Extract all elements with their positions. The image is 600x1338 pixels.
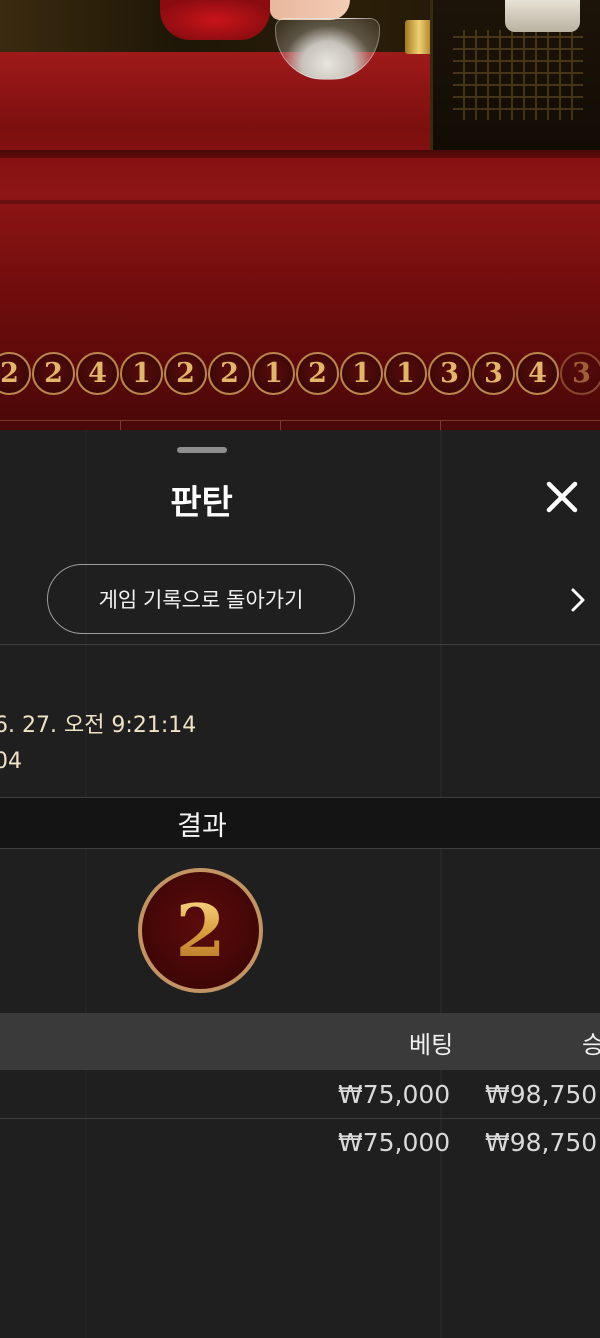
results-roadmap: 2 2 4 1 2 2 1 2 1 1 3 3 4 3 [0, 352, 600, 398]
roadmap-result: 1 [252, 352, 295, 395]
divider [0, 848, 600, 849]
decorative-vase [505, 0, 580, 32]
betting-grid-edge [0, 420, 600, 430]
roadmap-result: 2 [32, 352, 75, 395]
column-win: 승 [582, 1031, 600, 1059]
result-header: 결과 [0, 798, 600, 848]
glass-bowl [275, 18, 380, 80]
column-bet: 베팅 [409, 1031, 454, 1059]
roadmap-result: 1 [120, 352, 163, 395]
roadmap-result: 3 [428, 352, 471, 395]
win-amount: ₩98,750 [485, 1080, 598, 1109]
history-detail-sheet: 판탄 게임 기록으로 돌아가기 6. 27. 오전 9:21:14 04 결과 … [0, 430, 600, 1338]
round-id: 04 [0, 749, 22, 774]
bets-table-header: 베팅 승 [0, 1013, 600, 1070]
roadmap-result: 2 [0, 352, 31, 395]
close-button[interactable] [540, 475, 584, 519]
divider [0, 1118, 600, 1119]
roadmap-result: 1 [384, 352, 427, 395]
roadmap-result: 4 [76, 352, 119, 395]
chevron-right-icon[interactable] [563, 585, 593, 615]
table-edge [0, 150, 600, 158]
table-row: ₩75,000 ₩98,750 [0, 1120, 600, 1170]
roadmap-result: 3 [472, 352, 515, 395]
drag-handle[interactable] [177, 447, 227, 453]
roadmap-result: 2 [208, 352, 251, 395]
table-row: ₩75,000 ₩98,750 [0, 1070, 600, 1120]
roadmap-result: 2 [164, 352, 207, 395]
roadmap-result: 1 [340, 352, 383, 395]
sheet-title: 판탄 [170, 483, 233, 523]
dealer-figure [160, 0, 270, 40]
round-datetime: 6. 27. 오전 9:21:14 [0, 713, 197, 738]
result-number: 2 [175, 887, 226, 973]
back-to-history-button[interactable]: 게임 기록으로 돌아가기 [47, 564, 355, 634]
bet-amount: ₩75,000 [338, 1080, 451, 1109]
roadmap-result: 2 [296, 352, 339, 395]
result-label: 결과 [177, 810, 227, 842]
close-icon [546, 481, 578, 513]
roadmap-result: 3 [560, 352, 600, 395]
divider [0, 644, 600, 645]
win-amount: ₩98,750 [485, 1128, 598, 1157]
result-number-badge: 2 [138, 868, 263, 993]
bet-amount: ₩75,000 [338, 1128, 451, 1157]
live-video-area: 2 2 4 1 2 2 1 2 1 1 3 3 4 3 [0, 0, 600, 430]
golden-cup [405, 20, 433, 54]
roadmap-result: 4 [516, 352, 559, 395]
dealer-arm [270, 0, 350, 20]
